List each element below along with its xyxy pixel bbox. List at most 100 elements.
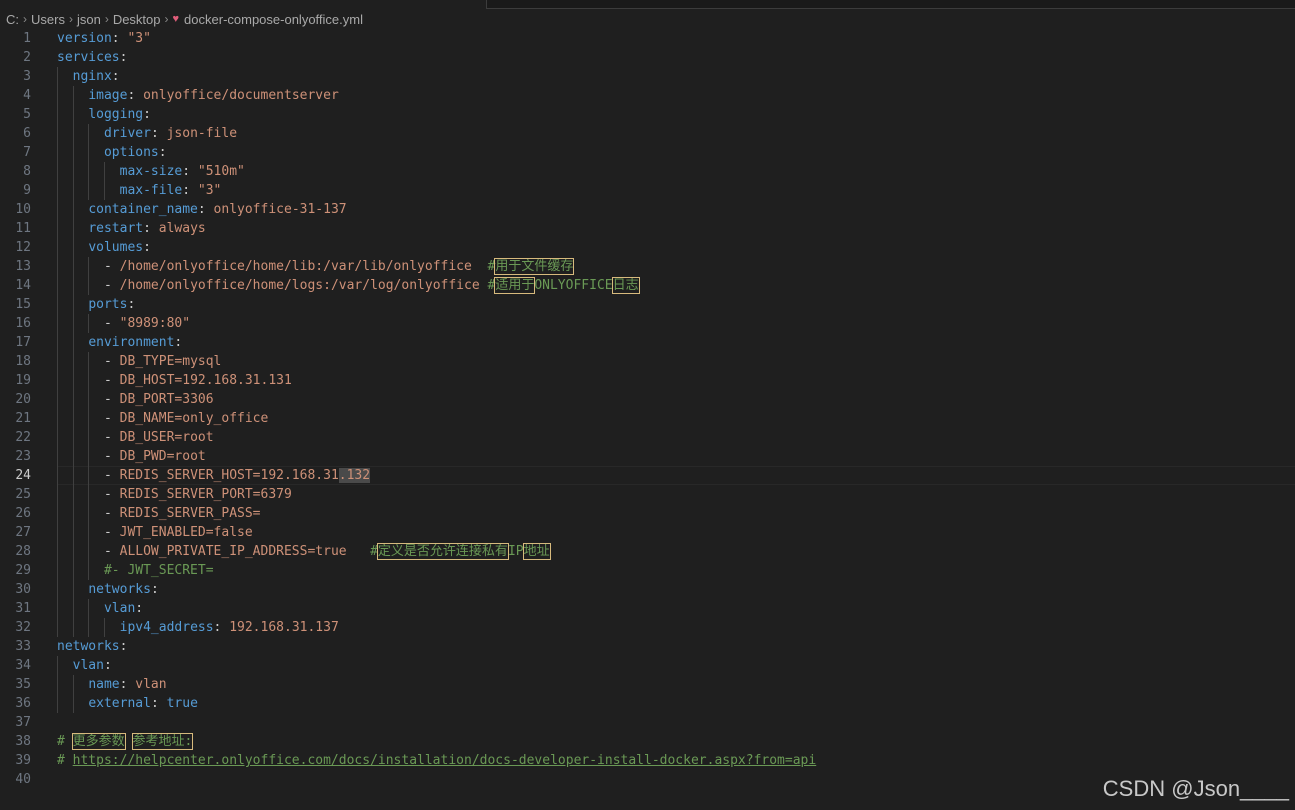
line-number: 14 — [15, 278, 31, 293]
line-number: 37 — [15, 715, 31, 730]
code-text: - DB_HOST=192.168.31.131 — [57, 371, 292, 390]
code-line[interactable]: 7 options: — [0, 143, 1295, 162]
code-token: REDIS_SERVER_PASS= — [119, 506, 261, 521]
tab-bar-edge — [486, 0, 1295, 9]
code-line[interactable]: 30 networks: — [0, 580, 1295, 599]
code-text: vlan: — [57, 599, 143, 618]
code-line[interactable]: 9 max-file: "3" — [0, 181, 1295, 200]
chevron-right-icon: › — [23, 12, 27, 26]
code-line[interactable]: 20 - DB_PORT=3306 — [0, 390, 1295, 409]
code-token: DB_HOST=192.168.31.131 — [119, 373, 292, 388]
breadcrumb-item-users[interactable]: Users — [31, 12, 65, 27]
code-line[interactable]: 35 name: vlan — [0, 675, 1295, 694]
code-line[interactable]: 2 services: — [0, 48, 1295, 67]
line-number: 21 — [15, 411, 31, 426]
code-line[interactable]: 22 - DB_USER=root — [0, 428, 1295, 447]
code-token: : — [197, 202, 214, 217]
line-number: 34 — [15, 658, 31, 673]
indent-guide — [57, 67, 58, 637]
code-line[interactable]: 33 networks: — [0, 637, 1295, 656]
code-token: json-file — [166, 126, 238, 141]
line-number: 38 — [15, 734, 31, 749]
indent-guide — [103, 162, 105, 200]
code-text: ipv4_address: 192.168.31.137 — [57, 618, 339, 637]
line-number: 5 — [23, 107, 31, 122]
line-number: 2 — [23, 50, 31, 65]
code-token: ALLOW_PRIVATE_IP_ADDRESS=true — [119, 544, 347, 559]
code-token: : — [127, 88, 144, 103]
code-token: .132 — [338, 468, 371, 483]
breadcrumb-item-desktop[interactable]: Desktop — [113, 12, 161, 27]
code-line[interactable]: 5 logging: — [0, 105, 1295, 124]
code-token: options — [103, 145, 159, 160]
code-line[interactable]: 10 container_name: onlyoffice-31-137 — [0, 200, 1295, 219]
code-line[interactable]: 23 - DB_PWD=root — [0, 447, 1295, 466]
code-line[interactable]: 17 environment: — [0, 333, 1295, 352]
code-line[interactable]: 12 volumes: — [0, 238, 1295, 257]
code-token: : — [127, 297, 136, 312]
code-line[interactable]: 24 - REDIS_SERVER_HOST=192.168.31.132 — [0, 466, 1295, 485]
code-token: # — [57, 753, 73, 768]
code-link[interactable]: https://helpcenter.onlyoffice.com/docs/i… — [73, 753, 817, 768]
code-token: 用于文件缓存 — [494, 258, 575, 275]
line-number: 4 — [23, 88, 31, 103]
code-token: : — [143, 240, 151, 255]
code-line[interactable]: 28 - ALLOW_PRIVATE_IP_ADDRESS=true #定义是否… — [0, 542, 1295, 561]
code-token: 参考地址: — [131, 733, 194, 750]
line-number: 31 — [15, 601, 31, 616]
code-token: DB_PORT=3306 — [119, 392, 214, 407]
code-line[interactable]: 13 - /home/onlyoffice/home/lib:/var/lib/… — [0, 257, 1295, 276]
code-line[interactable]: 3 nginx: — [0, 67, 1295, 86]
code-line[interactable]: 14 - /home/onlyoffice/home/logs:/var/log… — [0, 276, 1295, 295]
code-token: vlan — [135, 677, 167, 692]
code-line[interactable]: 38 # 更多参数 参考地址: — [0, 732, 1295, 751]
line-number: 35 — [15, 677, 31, 692]
code-line[interactable]: 16 - "8989:80" — [0, 314, 1295, 333]
code-line[interactable]: 36 external: true — [0, 694, 1295, 713]
code-line[interactable]: 27 - JWT_ENABLED=false — [0, 523, 1295, 542]
code-editor[interactable]: 1 version: "3" 2 services: 3 nginx: 4 image: … — [0, 29, 1295, 810]
line-number: 17 — [15, 335, 31, 350]
code-line[interactable]: 4 image: onlyoffice/documentserver — [0, 86, 1295, 105]
code-token: : — [150, 582, 159, 597]
line-number: 3 — [23, 69, 31, 84]
code-line[interactable]: 15 ports: — [0, 295, 1295, 314]
code-line[interactable]: 18 - DB_TYPE=mysql — [0, 352, 1295, 371]
line-number: 13 — [15, 259, 31, 274]
code-line[interactable]: 34 vlan: — [0, 656, 1295, 675]
code-line[interactable]: 39 # https://helpcenter.onlyoffice.com/do… — [0, 751, 1295, 770]
code-line[interactable]: 1 version: "3" — [0, 29, 1295, 48]
code-line[interactable]: 26 - REDIS_SERVER_PASS= — [0, 504, 1295, 523]
code-line[interactable]: 21 - DB_NAME=only_office — [0, 409, 1295, 428]
code-line[interactable]: 40 — [0, 770, 1295, 789]
code-line[interactable]: 29 #- JWT_SECRET= — [0, 561, 1295, 580]
line-number: 39 — [15, 753, 31, 768]
breadcrumb-drive[interactable]: C: — [6, 12, 19, 27]
breadcrumb-item-json[interactable]: json — [77, 12, 101, 27]
chevron-right-icon: › — [164, 12, 169, 26]
code-line[interactable]: 31 vlan: — [0, 599, 1295, 618]
code-token: 定义是否允许连接私有 — [376, 543, 509, 560]
code-line[interactable]: 32 ipv4_address: 192.168.31.137 — [0, 618, 1295, 637]
line-number: 29 — [15, 563, 31, 578]
code-token: container_name — [88, 202, 198, 217]
code-token: 日志 — [611, 277, 640, 294]
code-text: max-file: "3" — [57, 181, 222, 200]
code-line[interactable]: 8 max-size: "510m" — [0, 162, 1295, 181]
code-token: : — [158, 145, 167, 160]
code-line[interactable]: 19 - DB_HOST=192.168.31.131 — [0, 371, 1295, 390]
code-line[interactable]: 37 — [0, 713, 1295, 732]
line-number: 16 — [15, 316, 31, 331]
line-number: 20 — [15, 392, 31, 407]
code-line[interactable]: 25 - REDIS_SERVER_PORT=6379 — [0, 485, 1295, 504]
indent-guide — [88, 352, 90, 580]
code-line[interactable]: 6 driver: json-file — [0, 124, 1295, 143]
breadcrumb-file[interactable]: docker-compose-onlyoffice.yml — [184, 12, 363, 27]
code-line[interactable]: 11 restart: always — [0, 219, 1295, 238]
code-token: networks — [57, 639, 120, 654]
indent-guide — [72, 675, 74, 713]
